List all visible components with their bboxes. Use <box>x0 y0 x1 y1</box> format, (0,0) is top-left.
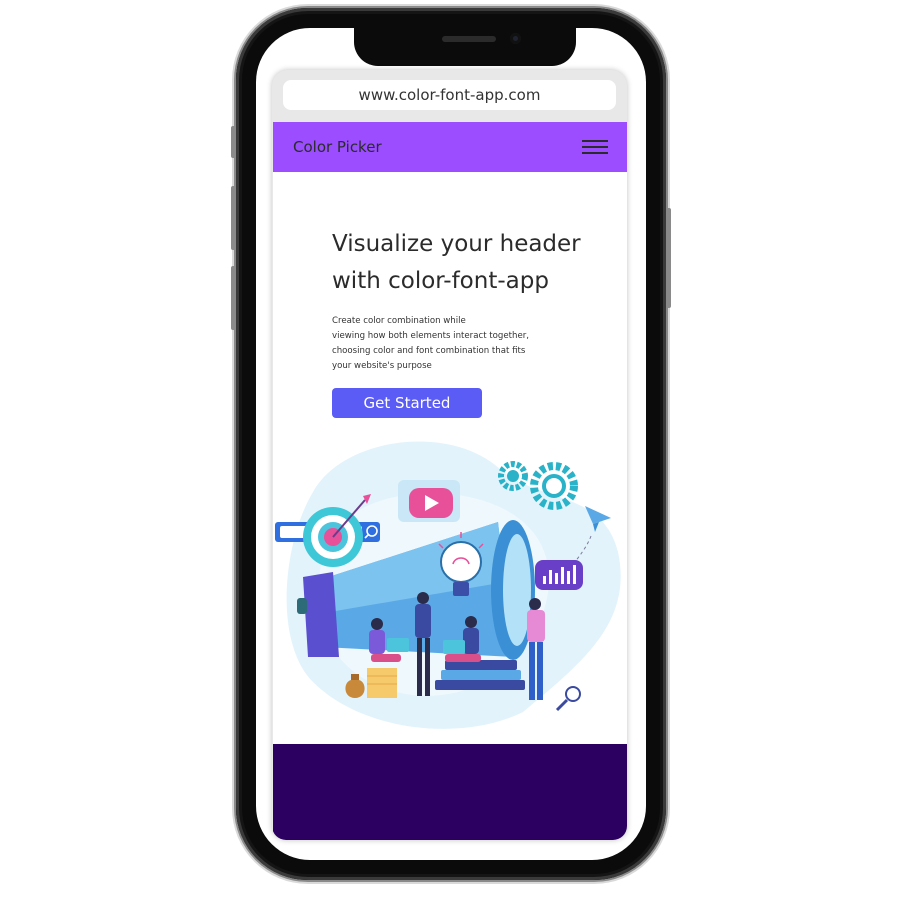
phone-screen: www.color-font-app.com Color Picker Visu… <box>256 28 646 860</box>
brand-logo-text[interactable]: Color Picker <box>293 138 382 156</box>
phone-notch <box>354 28 576 66</box>
hero-description-line: Create color combination while <box>332 316 466 326</box>
hero-headline: Visualize your header with color-font-ap… <box>332 226 612 300</box>
hero-headline-line: with color-font-app <box>332 268 549 294</box>
book-stack-icon <box>435 660 525 690</box>
navbar: Color Picker <box>273 122 627 172</box>
hamburger-menu-icon[interactable] <box>582 139 608 155</box>
page-footer <box>273 744 627 840</box>
browser-window: www.color-font-app.com Color Picker Visu… <box>272 70 627 840</box>
address-bar[interactable]: www.color-font-app.com <box>283 80 616 110</box>
mute-switch <box>231 126 236 158</box>
hero-description: Create color combination while viewing h… <box>332 314 562 374</box>
web-page: Color Picker Visualize your header with … <box>273 122 627 840</box>
power-button <box>666 208 671 308</box>
hero-headline-line: Visualize your header <box>332 231 581 257</box>
hero-description-line: choosing color and font combination that… <box>332 346 526 356</box>
volume-up-button <box>231 186 236 250</box>
magnifier-icon <box>555 686 581 712</box>
hero-description-line: your website's purpose <box>332 361 432 371</box>
front-camera-icon <box>510 33 521 44</box>
get-started-button[interactable]: Get Started <box>332 388 482 418</box>
video-play-icon <box>398 480 460 522</box>
chart-bubble-icon <box>535 560 583 590</box>
volume-down-button <box>231 266 236 330</box>
marketing-illustration <box>275 441 621 729</box>
hero-description-line: viewing how both elements interact toget… <box>332 331 530 341</box>
phone-frame: www.color-font-app.com Color Picker Visu… <box>231 8 671 880</box>
speaker-grille <box>442 36 496 42</box>
